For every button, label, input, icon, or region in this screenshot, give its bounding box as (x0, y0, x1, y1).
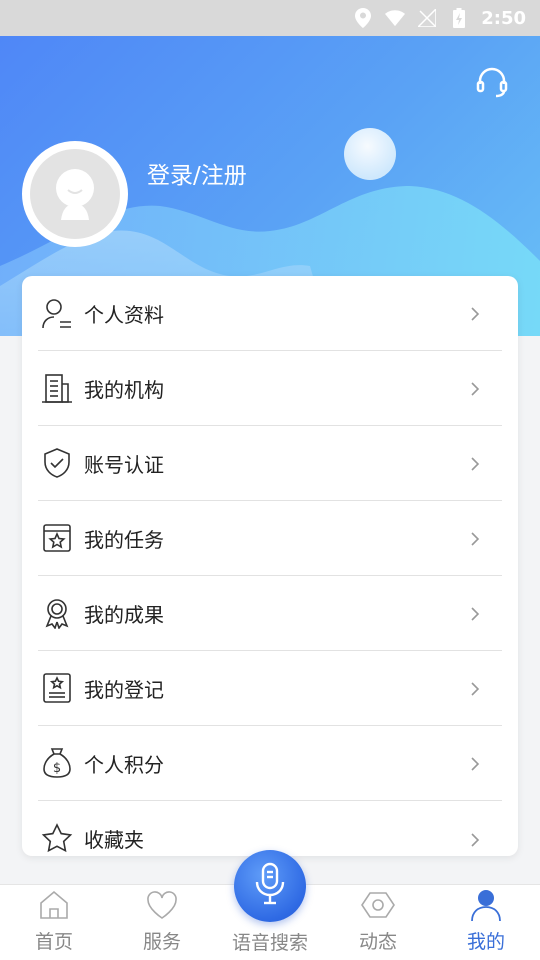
login-register-link[interactable]: 登录/注册 (147, 156, 247, 190)
home-icon (36, 887, 72, 923)
chevron-right-icon (468, 531, 482, 546)
nav-mine-label: 我的 (466, 931, 505, 953)
chevron-right-icon (468, 456, 482, 471)
headset-support-icon[interactable] (474, 64, 510, 100)
chevron-right-icon (468, 681, 482, 696)
menu-label: 个人积分 (84, 752, 164, 777)
nav-dynamic[interactable]: 动态 (324, 885, 432, 960)
menu-item-favorites[interactable]: 收藏夹 (38, 801, 502, 856)
location-icon (353, 8, 373, 28)
voice-search-button[interactable] (234, 850, 306, 922)
user-profile-icon (40, 296, 74, 330)
wifi-icon (385, 8, 406, 28)
menu-label: 我的任务 (84, 527, 164, 552)
chevron-right-icon (468, 306, 482, 321)
menu-label: 个人资料 (84, 302, 164, 327)
menu-item-achievements[interactable]: 我的成果 (38, 576, 502, 651)
status-bar: 2:50 (0, 0, 540, 36)
menu-item-tasks[interactable]: 我的任务 (38, 501, 502, 576)
menu-label: 收藏夹 (84, 828, 144, 852)
star-icon (40, 822, 74, 856)
heart-icon (144, 887, 180, 923)
menu-card: 个人资料 我的机构 账号认证 我的任务 我的成果 我的登记 $ 个人积分 收藏夹 (22, 276, 518, 856)
menu-item-registrations[interactable]: 我的登记 (38, 651, 502, 726)
chevron-right-icon (468, 606, 482, 621)
shield-check-icon (40, 446, 74, 480)
nav-home[interactable]: 首页 (0, 885, 108, 960)
nav-service[interactable]: 服务 (108, 885, 216, 960)
nav-mine[interactable]: 我的 (432, 885, 540, 960)
hexagon-icon (360, 887, 396, 923)
menu-label: 我的机构 (84, 377, 164, 402)
svg-text:$: $ (53, 761, 61, 776)
menu-label: 我的登记 (84, 677, 164, 702)
register-icon (40, 671, 74, 705)
nav-home-label: 首页 (34, 931, 73, 953)
nav-service-label: 服务 (142, 931, 181, 953)
menu-item-account-verification[interactable]: 账号认证 (38, 426, 502, 501)
building-icon (40, 371, 74, 405)
status-time: 2:50 (481, 7, 526, 29)
menu-item-organization[interactable]: 我的机构 (38, 351, 502, 426)
money-bag-icon: $ (40, 746, 74, 780)
nav-dynamic-label: 动态 (358, 931, 397, 953)
chevron-right-icon (468, 756, 482, 771)
avatar[interactable] (22, 141, 128, 247)
chevron-right-icon (468, 381, 482, 396)
voice-search-label[interactable]: 语音搜索 (220, 928, 320, 955)
menu-item-points[interactable]: $ 个人积分 (38, 726, 502, 801)
menu-item-profile[interactable]: 个人资料 (38, 276, 502, 351)
task-star-icon (40, 521, 74, 555)
default-avatar-icon (30, 149, 120, 239)
battery-charging-icon (449, 8, 469, 28)
microphone-icon (253, 862, 287, 910)
no-signal-icon (417, 8, 437, 28)
user-icon (468, 887, 504, 923)
menu-label: 账号认证 (84, 452, 164, 477)
award-icon (40, 596, 74, 630)
menu-label: 我的成果 (84, 602, 164, 627)
chevron-right-icon (468, 832, 482, 847)
